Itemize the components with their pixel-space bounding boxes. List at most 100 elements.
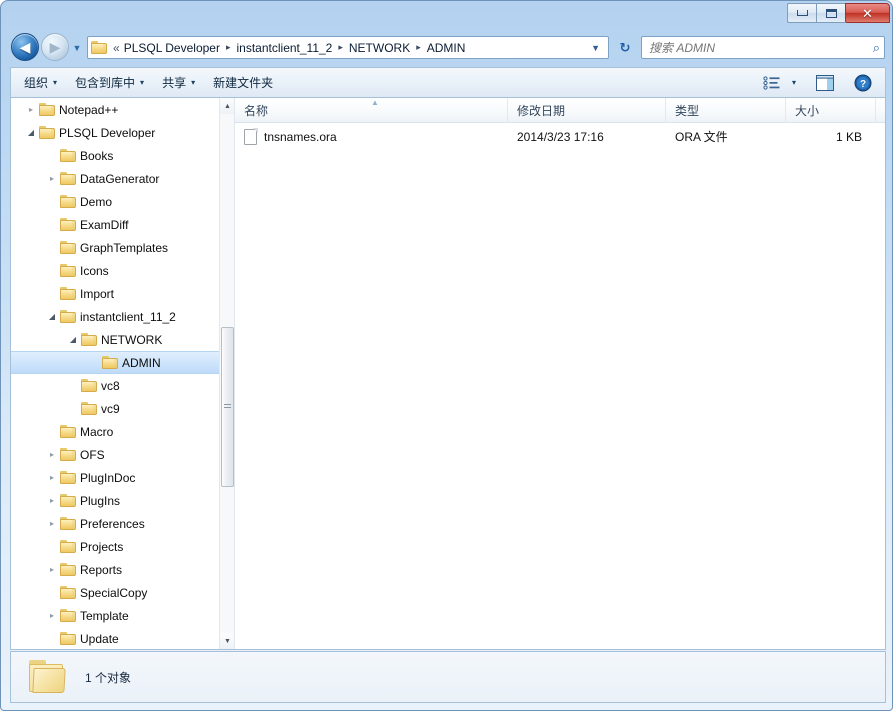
- change-view-dropdown-button[interactable]: ▾: [787, 75, 801, 90]
- command-toolbar: 组织 ▾ 包含到库中 ▾ 共享 ▾ 新建文件夹 ▾ ?: [10, 67, 886, 97]
- tree-item-plsql-developer[interactable]: ◢ PLSQL Developer: [11, 121, 234, 144]
- tree-item-vc8[interactable]: vc8: [11, 374, 234, 397]
- file-type-cell: ORA 文件: [675, 130, 728, 144]
- collapse-triangle-icon[interactable]: ◢: [65, 335, 81, 344]
- search-box[interactable]: ⌕: [641, 36, 885, 59]
- tree-item-label: vc9: [101, 401, 120, 416]
- column-header-date[interactable]: 修改日期: [508, 98, 666, 123]
- folder-icon: [60, 287, 76, 300]
- column-header-size[interactable]: 大小: [786, 98, 876, 123]
- breadcrumb-item-2[interactable]: NETWORK: [346, 39, 413, 57]
- tree-item-macro[interactable]: Macro: [11, 420, 234, 443]
- tree-item-graphtemplates[interactable]: GraphTemplates: [11, 236, 234, 259]
- folder-icon: [60, 632, 76, 645]
- tree-item-label: Reports: [80, 562, 123, 577]
- expand-triangle-icon[interactable]: ▸: [44, 565, 60, 574]
- close-button[interactable]: ✕: [845, 3, 890, 23]
- expand-triangle-icon[interactable]: ▸: [44, 519, 60, 528]
- folder-icon: [60, 471, 76, 484]
- tree-item-update[interactable]: Update: [11, 627, 234, 649]
- navigation-bar: ◀ ▶ ▼ « PLSQL Developer ▸ instantclient_…: [1, 31, 892, 65]
- tree-item-import[interactable]: Import: [11, 282, 234, 305]
- tree-item-ofs[interactable]: ▸ OFS: [11, 443, 234, 466]
- chevron-down-icon: ▾: [140, 78, 145, 87]
- breadcrumb-item-1[interactable]: instantclient_11_2: [234, 39, 336, 57]
- chevron-down-icon: ▾: [191, 78, 196, 87]
- chevron-down-icon: ▾: [791, 78, 796, 87]
- column-header-type[interactable]: 类型: [666, 98, 786, 123]
- folder-icon-large: [27, 660, 67, 694]
- file-date-cell: 2014/3/23 17:16: [517, 129, 604, 144]
- close-icon: ✕: [862, 5, 873, 21]
- tree-item-books[interactable]: Books: [11, 144, 234, 167]
- scrollbar-thumb[interactable]: [221, 327, 234, 487]
- tree-item-examdiff[interactable]: ExamDiff: [11, 213, 234, 236]
- scroll-down-button[interactable]: ▼: [220, 633, 234, 649]
- explorer-body: ▸ Notepad++ ◢ PLSQL Developer Books ▸ DataGene…: [10, 97, 886, 650]
- toolbar-organize-button[interactable]: 组织 ▾: [15, 70, 66, 95]
- tree-item-label: vc8: [101, 378, 120, 393]
- tree-scrollbar[interactable]: ▲ ▼: [219, 98, 234, 649]
- breadcrumb-item-3[interactable]: ADMIN: [424, 39, 469, 57]
- address-bar[interactable]: « PLSQL Developer ▸ instantclient_11_2 ▸…: [87, 36, 609, 59]
- tree-item-preferences[interactable]: ▸ Preferences: [11, 512, 234, 535]
- tree-item-plugindoc[interactable]: ▸ PlugInDoc: [11, 466, 234, 489]
- breadcrumb-item-0[interactable]: PLSQL Developer: [121, 39, 223, 57]
- tree-item-template[interactable]: ▸ Template: [11, 604, 234, 627]
- triangle-down-icon: ▼: [224, 637, 231, 645]
- folder-icon: [60, 149, 76, 162]
- refresh-button[interactable]: ↻: [613, 36, 637, 59]
- preview-pane-button[interactable]: [811, 72, 839, 94]
- tree-item-plugins[interactable]: ▸ PlugIns: [11, 489, 234, 512]
- expand-triangle-icon[interactable]: ▸: [44, 473, 60, 482]
- forward-button[interactable]: ▶: [41, 33, 69, 61]
- minimize-button[interactable]: [787, 3, 816, 23]
- tree-item-label: GraphTemplates: [80, 240, 169, 255]
- toolbar-include-in-library-button[interactable]: 包含到库中 ▾: [66, 70, 153, 95]
- explorer-window: ✕ ◀ ▶ ▼ « PLSQL Developer ▸ instantclien…: [0, 0, 893, 711]
- history-dropdown-button[interactable]: ▼: [71, 42, 83, 54]
- expand-triangle-icon[interactable]: ▸: [44, 450, 60, 459]
- toolbar-share-label: 共享: [162, 76, 187, 90]
- breadcrumb-separator-0[interactable]: ▸: [223, 42, 234, 53]
- collapse-triangle-icon[interactable]: ◢: [44, 312, 60, 321]
- navigation-tree[interactable]: ▸ Notepad++ ◢ PLSQL Developer Books ▸ DataGene…: [11, 98, 235, 649]
- expand-triangle-icon[interactable]: ▸: [23, 105, 39, 114]
- breadcrumb-separator-2[interactable]: ▸: [413, 42, 424, 53]
- tree-item-specialcopy[interactable]: SpecialCopy: [11, 581, 234, 604]
- toolbar-new-folder-button[interactable]: 新建文件夹: [204, 70, 282, 95]
- tree-item-label: Projects: [80, 539, 124, 554]
- minimize-icon: [796, 10, 808, 16]
- search-input[interactable]: [649, 40, 869, 55]
- help-button[interactable]: ?: [849, 71, 877, 95]
- tree-item-instantclient-11-2[interactable]: ◢ instantclient_11_2: [11, 305, 234, 328]
- tree-item-demo[interactable]: Demo: [11, 190, 234, 213]
- breadcrumb-separator-1[interactable]: ▸: [335, 42, 346, 53]
- file-row[interactable]: tnsnames.ora 2014/3/23 17:16 ORA 文件 1 KB: [235, 123, 885, 150]
- tree-item-projects[interactable]: Projects: [11, 535, 234, 558]
- expand-triangle-icon[interactable]: ▸: [44, 174, 60, 183]
- preview-pane-icon: [816, 74, 834, 91]
- search-icon: ⌕: [872, 39, 880, 55]
- tree-item-datagenerator[interactable]: ▸ DataGenerator: [11, 167, 234, 190]
- column-header-name[interactable]: ▲ 名称: [235, 98, 508, 123]
- forward-arrow-icon: ▶: [49, 39, 61, 55]
- maximize-button[interactable]: [816, 3, 845, 23]
- tree-item-network[interactable]: ◢ NETWORK: [11, 328, 234, 351]
- tree-item-icons[interactable]: Icons: [11, 259, 234, 282]
- breadcrumb-overflow[interactable]: «: [110, 39, 121, 57]
- title-bar: ✕: [1, 1, 892, 29]
- scroll-up-button[interactable]: ▲: [220, 98, 234, 114]
- expand-triangle-icon[interactable]: ▸: [44, 496, 60, 505]
- toolbar-share-button[interactable]: 共享 ▾: [153, 70, 204, 95]
- back-button[interactable]: ◀: [11, 33, 39, 61]
- address-dropdown-icon[interactable]: ▼: [585, 43, 606, 53]
- tree-item-notepad-[interactable]: ▸ Notepad++: [11, 98, 234, 121]
- folder-icon: [60, 586, 76, 599]
- tree-item-vc9[interactable]: vc9: [11, 397, 234, 420]
- collapse-triangle-icon[interactable]: ◢: [23, 128, 39, 137]
- expand-triangle-icon[interactable]: ▸: [44, 611, 60, 620]
- change-view-button[interactable]: [758, 73, 785, 93]
- tree-item-reports[interactable]: ▸ Reports: [11, 558, 234, 581]
- tree-item-admin[interactable]: ADMIN: [11, 351, 234, 374]
